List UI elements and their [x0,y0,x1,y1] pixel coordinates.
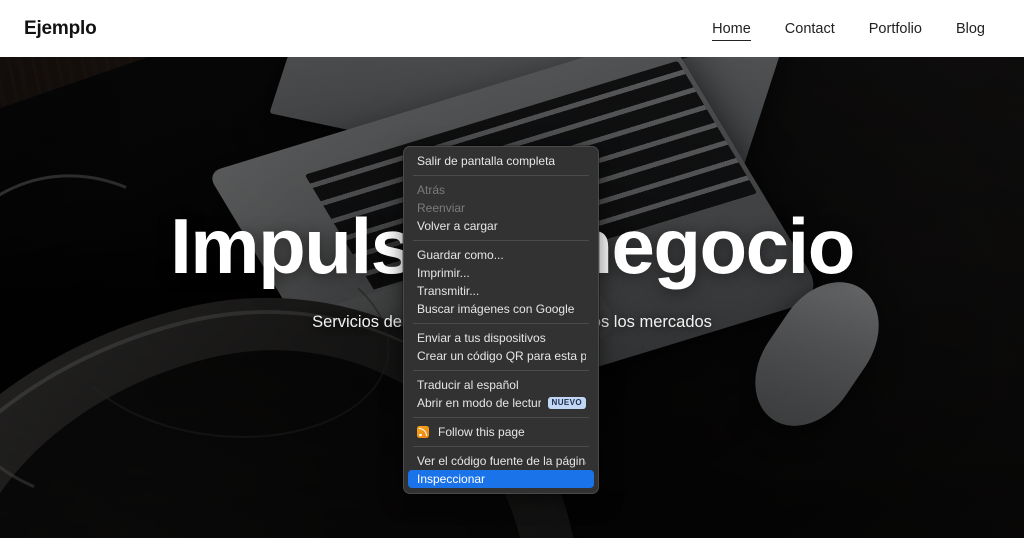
context-menu-separator [413,323,589,324]
context-menu-separator [413,446,589,447]
context-menu-item-label: Abrir en modo de lectura [417,396,541,410]
context-menu-item-label: Transmitir... [417,284,480,298]
context-menu-item-open-reading-mode[interactable]: Abrir en modo de lectura NUEVO [408,394,594,412]
site-header: Ejemplo Home Contact Portfolio Blog [0,0,1024,57]
context-menu-item-cast[interactable]: Transmitir... [408,282,594,300]
context-menu-separator [413,175,589,176]
context-menu-item-label: Reenviar [417,201,466,215]
context-menu-item-label: Buscar imágenes con Google [417,302,575,316]
context-menu-item-translate-to-spanish[interactable]: Traducir al español [408,376,594,394]
nav-link-blog[interactable]: Blog [939,16,1002,42]
nav-link-home[interactable]: Home [695,16,768,42]
context-menu-item-save-as[interactable]: Guardar como... [408,246,594,264]
site-brand-logo[interactable]: Ejemplo [24,18,97,40]
context-menu-separator [413,240,589,241]
context-menu-item-print[interactable]: Imprimir... [408,264,594,282]
context-menu-item-back: Atrás [408,181,594,199]
browser-context-menu[interactable]: Salir de pantalla completa Atrás Reenvia… [403,146,599,494]
context-menu-item-exit-fullscreen[interactable]: Salir de pantalla completa [408,152,594,170]
rss-icon [417,426,429,438]
nav-link-portfolio[interactable]: Portfolio [852,16,939,42]
context-menu-item-view-page-source[interactable]: Ver el código fuente de la página [408,452,594,470]
context-menu-item-label: Guardar como... [417,248,504,262]
context-menu-item-label: Enviar a tus dispositivos [417,331,546,345]
context-menu-item-follow-this-page[interactable]: Follow this page [408,423,594,441]
context-menu-item-forward: Reenviar [408,199,594,217]
context-menu-item-send-to-devices[interactable]: Enviar a tus dispositivos [408,329,594,347]
page-root: Ejemplo Home Contact Portfolio Blog Impu… [0,0,1024,538]
context-menu-separator [413,417,589,418]
context-menu-item-label: Ver el código fuente de la página [417,454,586,468]
context-menu-item-inspect[interactable]: Inspeccionar [408,470,594,488]
main-navigation: Home Contact Portfolio Blog [695,16,1002,42]
context-menu-item-label: Follow this page [438,425,525,439]
context-menu-item-label: Imprimir... [417,266,470,280]
context-menu-item-label: Traducir al español [417,378,519,392]
new-badge: NUEVO [547,397,586,409]
context-menu-item-search-images-google[interactable]: Buscar imágenes con Google [408,300,594,318]
context-menu-item-create-qr-code[interactable]: Crear un código QR para esta página [408,347,594,365]
context-menu-item-label: Volver a cargar [417,219,498,233]
context-menu-item-label: Atrás [417,183,446,197]
context-menu-item-label: Inspeccionar [417,472,486,486]
context-menu-item-reload[interactable]: Volver a cargar [408,217,594,235]
context-menu-separator [413,370,589,371]
context-menu-item-label: Salir de pantalla completa [417,154,556,168]
context-menu-item-label: Crear un código QR para esta página [417,349,586,363]
nav-link-contact[interactable]: Contact [768,16,852,42]
